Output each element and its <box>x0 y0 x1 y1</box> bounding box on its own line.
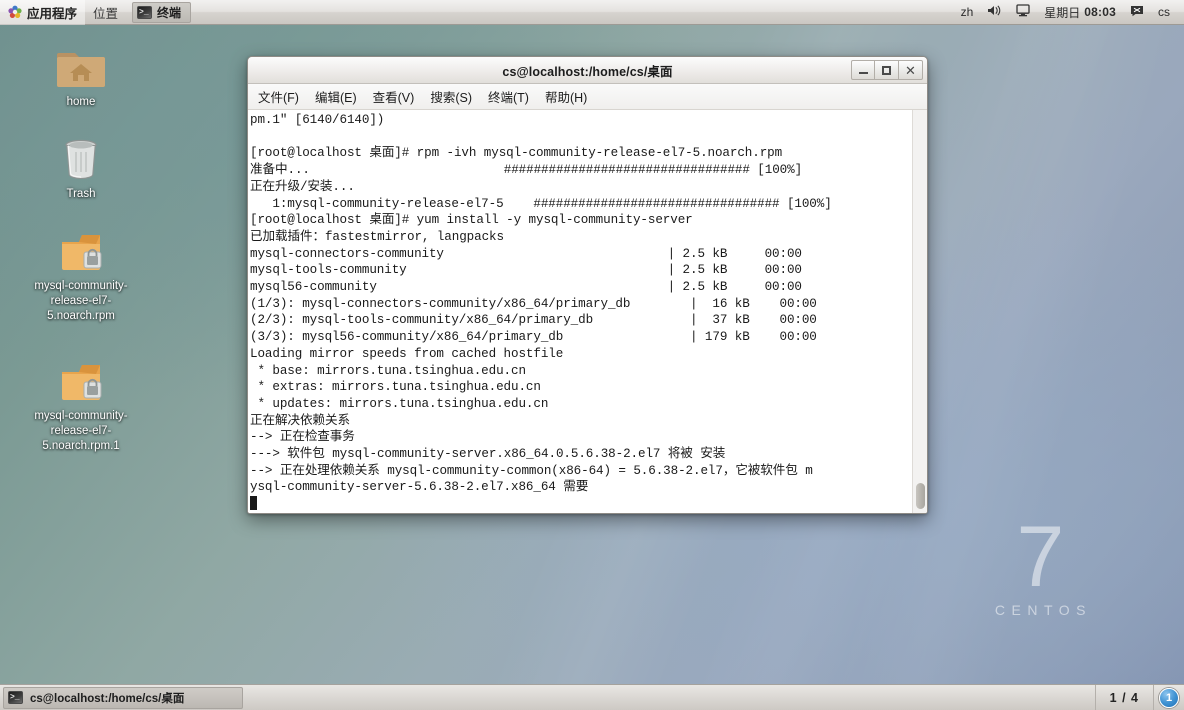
menu-search[interactable]: 搜索(S) <box>422 84 480 109</box>
desktop: 应用程序 位置 >_ 终端 zh 星期日 08:03 cs home Trash… <box>0 0 1184 710</box>
menu-terminal[interactable]: 终端(T) <box>480 84 537 109</box>
volume-button[interactable] <box>981 0 1008 25</box>
terminal-icon: >_ <box>137 5 153 19</box>
window-task-label: 终端 <box>157 5 182 20</box>
workspace-pager[interactable]: 1 / 4 <box>1094 684 1154 710</box>
display-button[interactable] <box>1010 0 1036 25</box>
bottom-panel-right: 1 / 4 1 <box>1094 684 1184 710</box>
desktop-icon-label: mysql-community-release-el7-5.noarch.rpm <box>34 280 128 322</box>
terminal-output-text: pm.1" [6140/6140]) [root@localhost 桌面]# … <box>250 113 832 495</box>
terminal-window[interactable]: cs@localhost:/home/cs/桌面 ✕ 文件(F) 编辑(E) 查… <box>247 56 928 514</box>
top-panel: 应用程序 位置 >_ 终端 zh 星期日 08:03 cs <box>0 0 1184 25</box>
menu-edit[interactable]: 编辑(E) <box>307 84 365 109</box>
window-controls: ✕ <box>851 60 923 80</box>
places-menu-label: 位置 <box>93 6 119 21</box>
trash-icon <box>20 134 142 182</box>
clock-button[interactable]: 星期日 08:03 <box>1038 0 1122 25</box>
top-panel-tray: zh 星期日 08:03 cs <box>955 0 1184 25</box>
desktop-icon-rpm-1[interactable]: mysql-community-release-el7-5.noarch.rpm <box>20 226 142 324</box>
maximize-icon <box>882 65 891 75</box>
close-icon: ✕ <box>905 62 916 78</box>
rpm-package-icon <box>20 356 142 404</box>
terminal-body[interactable]: pm.1" [6140/6140]) [root@localhost 桌面]# … <box>248 110 927 513</box>
watermark-version: 7 <box>1016 509 1065 605</box>
messages-button[interactable] <box>1124 0 1150 25</box>
taskbar-item-terminal[interactable]: >_ cs@localhost:/home/cs/桌面 <box>3 686 243 709</box>
terminal-scrollbar-thumb[interactable] <box>916 483 925 509</box>
day-label: 星期日 <box>1044 5 1081 20</box>
desktop-icon-rpm-2[interactable]: mysql-community-release-el7-5.noarch.rpm… <box>20 356 142 454</box>
workspace-current-badge[interactable]: 1 <box>1159 687 1179 708</box>
places-menu[interactable]: 位置 <box>85 0 126 25</box>
desktop-icon-label: mysql-community-release-el7-5.noarch.rpm… <box>34 410 128 452</box>
clock-label: 08:03 <box>1084 5 1116 19</box>
desktop-icon-label: home <box>66 96 96 108</box>
terminal-menu-bar: 文件(F) 编辑(E) 查看(V) 搜索(S) 终端(T) 帮助(H) <box>248 84 927 110</box>
close-button[interactable]: ✕ <box>899 60 923 80</box>
minimize-icon <box>858 72 868 74</box>
menu-view[interactable]: 查看(V) <box>365 84 423 109</box>
maximize-button[interactable] <box>875 60 899 80</box>
desktop-icon-label: Trash <box>66 188 96 200</box>
workspace-current-label: 1 <box>1165 691 1173 704</box>
flower-menu-icon <box>8 5 22 19</box>
user-menu[interactable]: cs <box>1152 0 1176 25</box>
terminal-icon: >_ <box>8 691 23 704</box>
menu-help[interactable]: 帮助(H) <box>537 84 595 109</box>
monitor-icon <box>1016 4 1030 20</box>
message-icon <box>1130 5 1144 20</box>
bottom-panel: >_ cs@localhost:/home/cs/桌面 1 / 4 1 <box>0 684 1184 710</box>
desktop-icon-trash[interactable]: Trash <box>20 134 142 202</box>
menu-file[interactable]: 文件(F) <box>250 84 307 109</box>
home-folder-icon <box>20 42 142 90</box>
centos-watermark: 7 CENTOS <box>989 509 1092 618</box>
input-method-indicator[interactable]: zh <box>955 0 980 25</box>
taskbar-item-label: cs@localhost:/home/cs/桌面 <box>30 692 185 705</box>
speaker-icon <box>987 4 1002 20</box>
rpm-package-icon <box>20 226 142 274</box>
minimize-button[interactable] <box>851 60 875 80</box>
terminal-cursor <box>250 496 257 511</box>
window-task-terminal[interactable]: >_ 终端 <box>132 1 192 23</box>
applications-menu[interactable]: 应用程序 <box>0 0 86 25</box>
desktop-icon-home[interactable]: home <box>20 42 142 110</box>
user-label: cs <box>1158 5 1170 19</box>
terminal-title: cs@localhost:/home/cs/桌面 <box>502 64 673 79</box>
input-method-label: zh <box>960 5 974 19</box>
terminal-output[interactable]: pm.1" [6140/6140]) [root@localhost 桌面]# … <box>248 110 912 513</box>
terminal-scrollbar[interactable] <box>912 110 927 513</box>
watermark-word: CENTOS <box>994 602 1092 618</box>
terminal-title-bar[interactable]: cs@localhost:/home/cs/桌面 ✕ <box>248 57 927 84</box>
workspace-pager-label: 1 / 4 <box>1109 690 1139 705</box>
applications-menu-label: 应用程序 <box>27 6 78 21</box>
